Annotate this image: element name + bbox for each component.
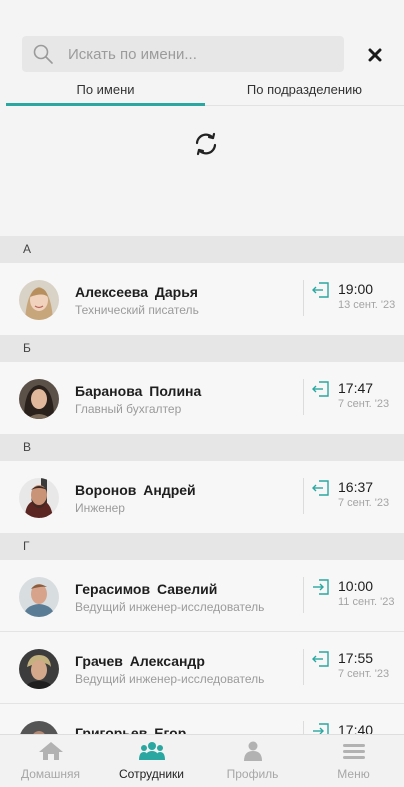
search-input[interactable] — [68, 45, 328, 63]
employees-icon — [138, 741, 165, 761]
employee-name: Алексеева Дарья — [75, 284, 198, 300]
event-time: 17:47 — [338, 380, 374, 396]
employee-row[interactable]: Алексеева Дарья Технический писатель 19:… — [0, 263, 404, 335]
employee-role: Ведущий инженер-исследователь — [75, 672, 265, 686]
avatar — [19, 379, 59, 419]
avatar — [19, 280, 59, 320]
divider — [303, 649, 304, 685]
entry-icon — [312, 480, 330, 496]
divider — [303, 577, 304, 613]
avatar — [19, 649, 59, 689]
employee-name: Воронов Андрей — [75, 482, 196, 498]
divider — [303, 379, 304, 415]
close-icon[interactable] — [362, 42, 388, 68]
refresh-icon — [192, 130, 220, 158]
nav-home[interactable]: Домашняя — [0, 735, 101, 787]
event-date: 13 сент. '23 — [338, 299, 396, 311]
employee-name: Герасимов Савелий — [75, 581, 218, 597]
profile-icon — [240, 741, 266, 761]
event-date: 7 сент. '23 — [338, 668, 390, 680]
section-header-v: В — [0, 434, 404, 461]
search-icon — [28, 39, 58, 69]
event-date: 7 сент. '23 — [338, 497, 390, 509]
search-bar[interactable] — [22, 36, 344, 72]
employee-role: Инженер — [75, 501, 125, 515]
divider — [303, 280, 304, 316]
employee-row[interactable]: Герасимов Савелий Ведущий инженер-исслед… — [0, 560, 404, 632]
section-header-a: А — [0, 236, 404, 263]
nav-profile[interactable]: Профиль — [202, 735, 303, 787]
tab-by-name[interactable]: По имени — [6, 78, 205, 106]
entry-icon — [312, 381, 330, 397]
avatar — [19, 478, 59, 518]
employee-role: Технический писатель — [75, 303, 199, 317]
event-time: 19:00 — [338, 281, 374, 297]
tab-by-department[interactable]: По подразделению — [205, 78, 404, 106]
avatar — [19, 577, 59, 617]
section-header-b: Б — [0, 335, 404, 362]
event-time: 16:37 — [338, 479, 374, 495]
employee-row[interactable]: Грачев Александр Ведущий инженер-исследо… — [0, 632, 404, 704]
employee-role: Главный бухгалтер — [75, 402, 182, 416]
employee-row[interactable]: Воронов Андрей Инженер 16:37 7 сент. '23 — [0, 461, 404, 533]
employee-role: Ведущий инженер-исследователь — [75, 600, 265, 614]
tab-bar: По имени По подразделению — [6, 78, 404, 106]
event-date: 7 сент. '23 — [338, 398, 390, 410]
entry-icon — [312, 282, 330, 298]
event-time: 10:00 — [338, 578, 374, 594]
menu-icon — [341, 741, 367, 761]
nav-label: Меню — [337, 767, 370, 781]
employee-name: Грачев Александр — [75, 653, 205, 669]
nav-menu[interactable]: Меню — [303, 735, 404, 787]
exit-icon — [312, 579, 330, 595]
nav-label: Сотрудники — [119, 767, 184, 781]
employee-row[interactable]: Баранова Полина Главный бухгалтер 17:47 … — [0, 362, 404, 434]
nav-label: Домашняя — [20, 767, 81, 781]
entry-icon — [312, 651, 330, 667]
event-date: 11 сент. '23 — [338, 596, 395, 608]
nav-label: Профиль — [226, 767, 279, 781]
section-header-g: Г — [0, 533, 404, 560]
event-time: 17:55 — [338, 650, 374, 666]
nav-employees[interactable]: Сотрудники — [101, 735, 202, 787]
home-icon — [38, 741, 64, 761]
divider — [303, 478, 304, 514]
employee-name: Баранова Полина — [75, 383, 202, 399]
bottom-nav: Домашняя Сотрудники Профиль Меню — [0, 734, 404, 787]
